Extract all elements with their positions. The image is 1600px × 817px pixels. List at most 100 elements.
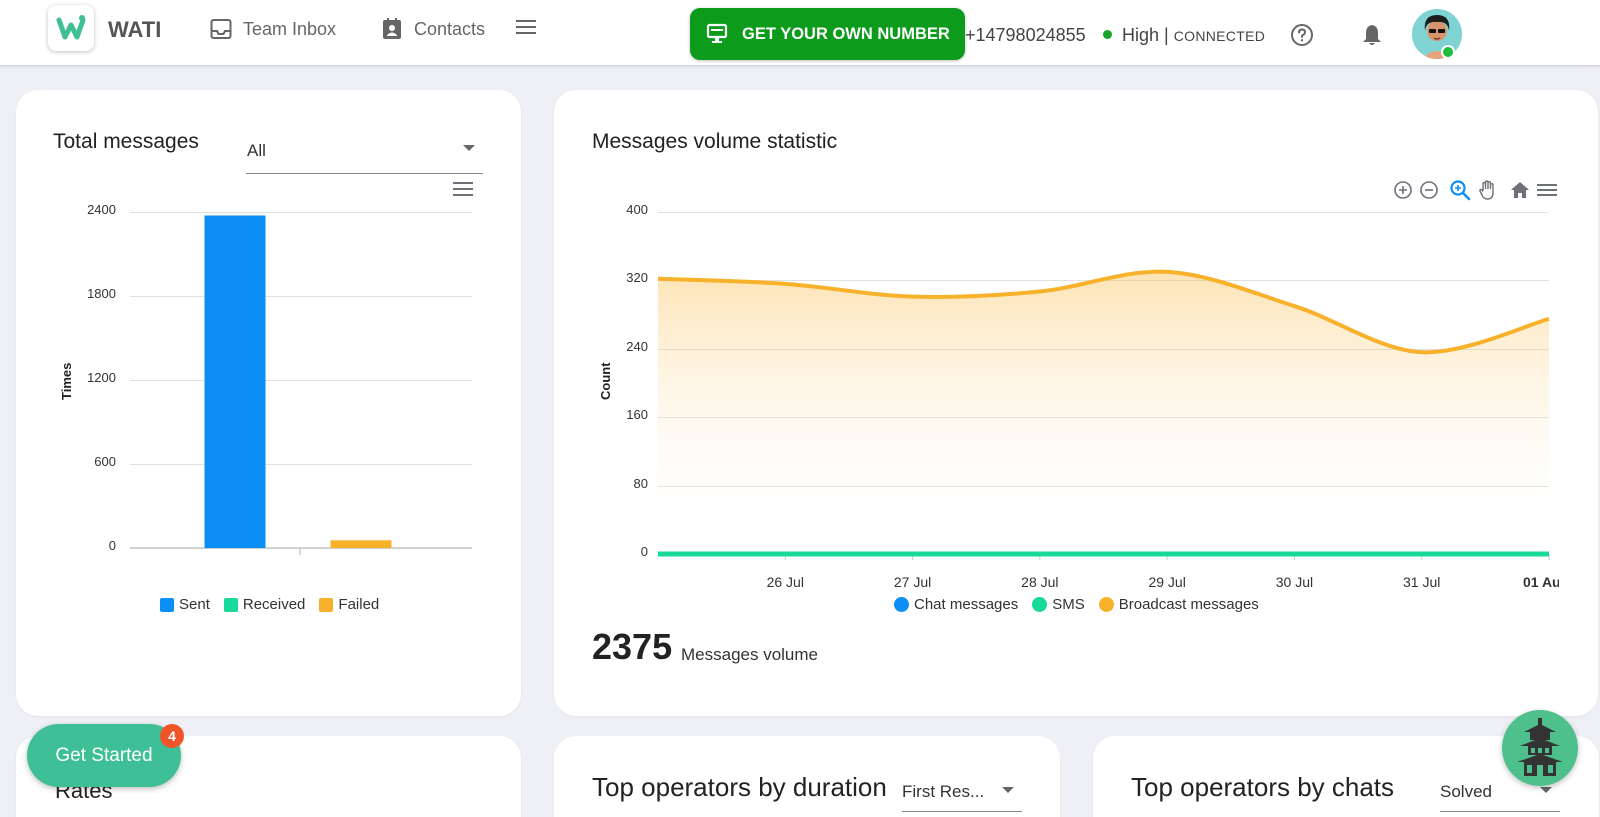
y-tick-label: 1200 xyxy=(87,370,116,385)
legend-swatch xyxy=(160,597,174,612)
connection-status-dot xyxy=(1103,30,1112,39)
nav-contacts-label: Contacts xyxy=(414,18,486,39)
legend-swatch xyxy=(223,597,238,612)
duration-filter-value: First Res... xyxy=(902,782,985,801)
x-tick-label: 26 Jul xyxy=(766,574,804,590)
legend-swatch xyxy=(319,597,334,612)
status-state: CONNECTED xyxy=(1173,28,1266,44)
gridline xyxy=(130,296,472,297)
get-own-number-label: GET YOUR OWN NUMBER xyxy=(742,24,950,43)
y-tick-label: 0 xyxy=(640,544,648,559)
chevron-down-icon xyxy=(1002,787,1014,793)
gridline xyxy=(658,348,1549,350)
total-messages-legend: Sent Received Failed xyxy=(160,596,379,613)
legend-item-received[interactable]: Received xyxy=(223,596,306,613)
get-started-label: Get Started xyxy=(55,744,153,766)
legend-item-broadcast-messages[interactable]: Broadcast messages xyxy=(1098,596,1259,613)
get-started-badge: 4 xyxy=(160,724,184,748)
notification-bell-icon[interactable] xyxy=(1361,23,1383,52)
legend-item-failed[interactable]: Failed xyxy=(319,596,379,613)
nav-team-inbox[interactable]: Team Inbox xyxy=(209,14,336,44)
support-chat-button[interactable] xyxy=(1502,710,1578,786)
legend-label: Sent xyxy=(179,596,210,613)
gridline xyxy=(658,485,1549,487)
messages-volume-title: Messages volume statistic xyxy=(592,130,838,153)
total-messages-filter-value: All xyxy=(247,141,266,160)
gridline xyxy=(130,548,472,549)
chart-menu-icon[interactable] xyxy=(1537,181,1559,199)
total-messages-title: Total messages xyxy=(53,130,199,153)
x-tick-label: 28 Jul xyxy=(1021,574,1059,590)
messages-volume-total: 2375 xyxy=(592,626,673,667)
legend-marker xyxy=(1098,597,1114,612)
connection-status: High | CONNECTED xyxy=(1122,25,1265,46)
messages-volume-total-label: Messages volume xyxy=(681,645,819,664)
pagoda-icon xyxy=(1517,718,1563,776)
legend-marker xyxy=(894,597,909,612)
reset-home-icon[interactable] xyxy=(1509,179,1531,201)
gridline xyxy=(130,380,472,381)
legend-marker xyxy=(1032,597,1048,612)
gridline xyxy=(130,464,472,465)
wati-logo-icon xyxy=(56,15,86,40)
chart-toolbar xyxy=(1393,179,1559,201)
y-tick-label: 240 xyxy=(626,338,648,354)
selection-zoom-icon[interactable] xyxy=(1449,179,1471,201)
y-tick-label: 2400 xyxy=(87,202,116,217)
total-messages-card xyxy=(16,90,521,716)
status-level: High xyxy=(1122,25,1160,45)
chart-menu-icon[interactable] xyxy=(453,182,473,200)
status-separator: | xyxy=(1164,25,1169,45)
menu-icon[interactable] xyxy=(516,18,538,41)
y-tick-label: 1800 xyxy=(87,286,116,301)
legend-label: Broadcast messages xyxy=(1118,596,1259,613)
y-tick-label: 160 xyxy=(626,407,648,423)
phone-number: +14798024855 xyxy=(965,25,1086,45)
gridline xyxy=(658,212,1549,213)
legend-label: SMS xyxy=(1052,596,1085,613)
x-tick-label: 29 Jul xyxy=(1148,574,1186,590)
messages-volume-legend: Chat messages SMS Broadcast messages xyxy=(894,596,1259,613)
logo-text: WATI xyxy=(108,17,162,42)
duration-filter-select[interactable]: First Res... xyxy=(902,778,1022,812)
legend-label: Chat messages xyxy=(914,596,1019,613)
pan-hand-icon[interactable] xyxy=(1477,179,1499,201)
online-indicator xyxy=(1441,45,1455,59)
inbox-icon xyxy=(210,19,232,39)
chats-filter-value: Solved xyxy=(1440,782,1492,801)
y-axis-title: Count xyxy=(598,362,613,400)
chevron-down-icon xyxy=(463,145,475,151)
y-tick-label: 320 xyxy=(626,270,648,286)
top-operators-duration-title: Top operators by duration xyxy=(592,772,887,802)
legend-item-sent[interactable]: Sent xyxy=(160,596,210,613)
top-navigation-bar: WATI Team Inbox Contacts GET YOUR OWN NU… xyxy=(0,0,1600,66)
x-tick-label: 27 Jul xyxy=(893,574,932,590)
zoom-out-icon[interactable] xyxy=(1419,180,1439,200)
chevron-down-icon xyxy=(1540,787,1552,793)
y-tick-label: 80 xyxy=(633,475,648,491)
gridline xyxy=(658,417,1549,419)
zoom-in-icon[interactable] xyxy=(1393,180,1413,200)
total-messages-filter[interactable]: All xyxy=(246,136,483,174)
legend-label: Failed xyxy=(338,596,380,613)
gridline xyxy=(658,554,1549,555)
get-own-number-button[interactable]: GET YOUR OWN NUMBER xyxy=(690,8,965,60)
x-tick-label: 01 Au xyxy=(1523,574,1559,590)
gridline xyxy=(130,212,472,213)
x-tick-label: 30 Jul xyxy=(1275,574,1314,590)
gridline xyxy=(658,280,1549,282)
legend-item-sms[interactable]: SMS xyxy=(1032,596,1085,613)
top-operators-chats-title: Top operators by chats xyxy=(1131,772,1395,802)
y-tick-label: 400 xyxy=(626,202,648,217)
legend-item-chat-messages[interactable]: Chat messages xyxy=(894,596,1018,613)
x-tick-label: 31 Jul xyxy=(1403,574,1441,590)
monitor-icon xyxy=(706,23,728,43)
contacts-icon xyxy=(383,18,401,39)
nav-contacts[interactable]: Contacts xyxy=(380,14,485,44)
wati-logo[interactable] xyxy=(48,5,94,51)
y-tick-label: 600 xyxy=(94,454,116,469)
legend-label: Received xyxy=(242,596,306,613)
get-started-button[interactable]: Get Started xyxy=(27,724,181,787)
help-icon[interactable] xyxy=(1290,23,1314,52)
y-tick-label: 0 xyxy=(108,538,116,553)
